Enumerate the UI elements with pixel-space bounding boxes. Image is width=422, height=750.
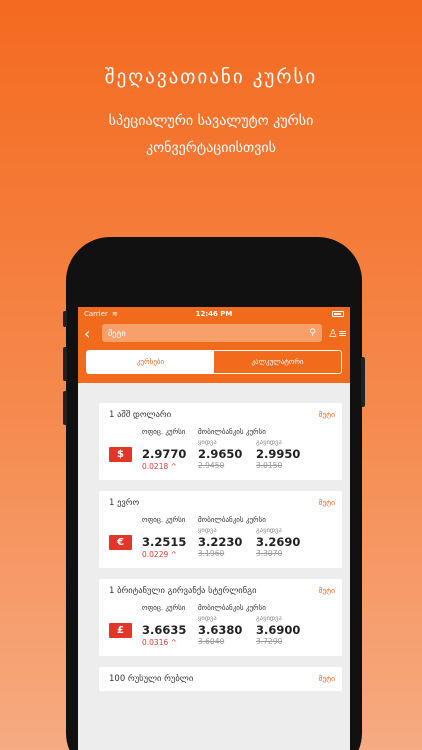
status-time: 12:46 PM xyxy=(195,309,233,318)
rate-change-value: 0.0229 xyxy=(142,550,169,559)
buy-label: ყიდვა xyxy=(198,438,217,446)
dollar-icon: $ xyxy=(109,447,132,462)
buy-rate-old: 3.1960 xyxy=(198,549,225,558)
more-link[interactable]: მეტი xyxy=(318,674,335,683)
sell-label: გაყიდვა xyxy=(256,438,282,446)
mobile-bank-rate-header: მობილბანკის კურსი xyxy=(198,516,266,524)
official-rate: 3.6635 xyxy=(142,623,187,637)
search-field[interactable]: მეტი ⚲ xyxy=(102,324,322,342)
phone-volume-down xyxy=(63,391,67,425)
buy-label: ყიდვა xyxy=(198,526,217,534)
currency-list: 1 აშშ დოლარი მეტი ოფიც. კურსი მობილბანკი… xyxy=(78,383,350,691)
sell-rate-old: 3.0150 xyxy=(256,461,283,470)
rate-change-value: 0.0218 xyxy=(142,462,169,471)
mobile-bank-rate-header: მობილბანკის კურსი xyxy=(198,604,266,612)
sell-label: გაყიდვა xyxy=(256,614,282,622)
euro-icon: € xyxy=(109,535,132,550)
official-rate-header: ოფიც. კურსი xyxy=(142,604,186,612)
promo-subline-2: კონვერტაციისთვის xyxy=(146,140,276,156)
sell-rate: 3.2690 xyxy=(256,535,301,549)
buy-rate-old: 3.6040 xyxy=(198,637,225,646)
official-rate: 2.9770 xyxy=(142,447,187,461)
more-link[interactable]: მეტი xyxy=(318,498,335,507)
caret-up-icon: ^ xyxy=(170,550,177,559)
phone-volume-up xyxy=(63,347,67,381)
currency-card-gbp[interactable]: 1 ბრიტანული გირვანქა სტერლინგი მეტი ოფიც… xyxy=(99,579,342,656)
search-icon: ⚲ xyxy=(309,328,316,338)
promo-headline: შეღავათიანი კურსი xyxy=(104,66,318,88)
sell-label: გაყიდვა xyxy=(256,526,282,534)
official-rate-header: ოფიც. კურსი xyxy=(142,428,186,436)
more-link[interactable]: მეტი xyxy=(318,410,335,419)
buy-rate: 2.9650 xyxy=(198,447,243,461)
pound-icon: £ xyxy=(109,623,132,638)
user-list-icon[interactable]: ♙≡ xyxy=(328,327,347,340)
sell-rate: 3.6900 xyxy=(256,623,301,637)
currency-card-usd[interactable]: 1 აშშ დოლარი მეტი ოფიც. კურსი მობილბანკი… xyxy=(99,403,342,480)
phone-frame: Carrier ≋ 12:46 PM ‹ მეტი ⚲ ♙≡ კურსები კ… xyxy=(63,237,365,750)
currency-name: 100 რუსული რუბლი xyxy=(109,673,194,684)
promo-subline-1: სპეციალური სავალუტო კურსი xyxy=(108,113,314,129)
battery-icon xyxy=(332,310,344,317)
segment-bar: კურსები კალკულატორი xyxy=(78,346,350,383)
currency-name: 1 აშშ დოლარი xyxy=(109,409,172,420)
back-arrow-icon[interactable]: ‹ xyxy=(84,324,96,343)
nav-bar: ‹ მეტი ⚲ ♙≡ xyxy=(78,320,350,346)
buy-rate: 3.2230 xyxy=(198,535,243,549)
caret-up-icon: ^ xyxy=(170,638,177,647)
phone-power-button xyxy=(361,357,365,407)
app-screen: Carrier ≋ 12:46 PM ‹ მეტი ⚲ ♙≡ კურსები კ… xyxy=(78,307,350,750)
promo-subline: სპეციალური სავალუტო კურსი კონვერტაციისთვ… xyxy=(0,108,422,162)
search-value: მეტი xyxy=(108,328,126,338)
mobile-bank-rate-header: მობილბანკის კურსი xyxy=(198,428,266,436)
caret-up-icon: ^ xyxy=(170,462,177,471)
more-link[interactable]: მეტი xyxy=(318,586,335,595)
tab-rates[interactable]: კურსები xyxy=(87,351,214,373)
currency-card-rub[interactable]: 100 რუსული რუბლი მეტი xyxy=(99,667,342,691)
rate-change: 0.0316 ^ xyxy=(142,638,198,647)
phone-mute-switch xyxy=(63,311,67,327)
status-right xyxy=(332,310,344,317)
official-rate: 3.2515 xyxy=(142,535,187,549)
segmented-control: კურსები კალკულატორი xyxy=(86,350,342,374)
rate-change-value: 0.0316 xyxy=(142,638,169,647)
tab-calculator[interactable]: კალკულატორი xyxy=(214,351,341,373)
sell-rate: 2.9950 xyxy=(256,447,301,461)
sell-rate-old: 3.3070 xyxy=(256,549,283,558)
rate-change: 0.0218 ^ xyxy=(142,462,198,471)
buy-rate-old: 2.9450 xyxy=(198,461,225,470)
status-bar: Carrier ≋ 12:46 PM xyxy=(78,307,350,320)
buy-label: ყიდვა xyxy=(198,614,217,622)
rate-change: 0.0229 ^ xyxy=(142,550,198,559)
official-rate-header: ოფიც. კურსი xyxy=(142,516,186,524)
sell-rate-old: 3.7290 xyxy=(256,637,283,646)
buy-rate: 3.6380 xyxy=(198,623,243,637)
currency-card-eur[interactable]: 1 ევრო მეტი ოფიც. კურსი მობილბანკის კურს… xyxy=(99,491,342,568)
currency-name: 1 ევრო xyxy=(109,497,140,508)
currency-name: 1 ბრიტანული გირვანქა სტერლინგი xyxy=(109,585,257,596)
